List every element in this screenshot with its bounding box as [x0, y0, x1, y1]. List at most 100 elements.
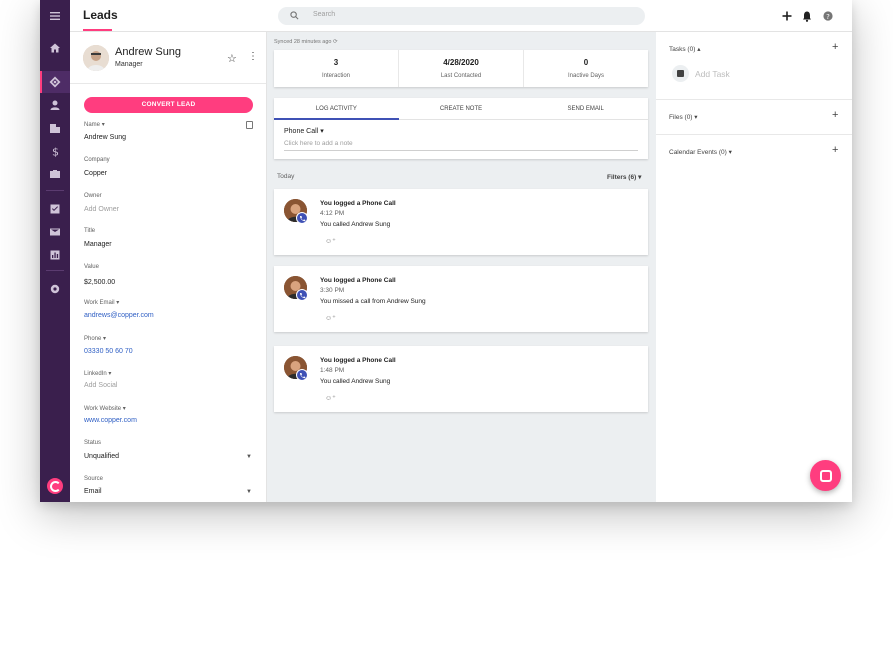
work-website-link[interactable]: www.copper.com: [84, 417, 137, 424]
leads-icon[interactable]: [40, 71, 70, 93]
work-email-link[interactable]: andrews@copper.com: [84, 312, 154, 319]
work-email-label-text: Work Email: [84, 300, 115, 306]
phone-icon: [296, 289, 308, 301]
source-select[interactable]: Email: [84, 488, 102, 495]
notification-bell-icon[interactable]: [801, 10, 813, 22]
phone-icon: [296, 212, 308, 224]
add-icon[interactable]: [781, 10, 793, 22]
status-select[interactable]: Unqualified: [84, 453, 119, 460]
activity-card[interactable]: You logged a Phone Call 4:12 PM You call…: [274, 189, 648, 255]
caret-down-icon: ▾: [103, 336, 107, 342]
name-label-text: Name: [84, 122, 101, 128]
caret-down-icon: ▾: [638, 174, 642, 181]
sync-status-text: Synced 28 minutes ago: [274, 39, 332, 45]
calendar-toggle[interactable]: Calendar Events (0) ▾: [669, 148, 732, 156]
lead-title: Manager: [115, 61, 143, 68]
title-underline: [83, 29, 112, 31]
search-input[interactable]: Search: [278, 7, 645, 25]
activity-body: You called Andrew Sung: [320, 378, 391, 385]
briefcase-icon[interactable]: [40, 163, 70, 185]
company-icon[interactable]: [40, 117, 70, 139]
stat-inactive-days: 0 Inactive Days: [524, 50, 648, 87]
work-email-label: Work Email ▾: [84, 299, 119, 306]
lead-name: Andrew Sung: [115, 46, 182, 58]
add-reaction-icon[interactable]: ☺⁺: [325, 314, 336, 322]
stat-interaction: 3 Interaction: [274, 50, 399, 87]
caret-down-icon: ▾: [116, 300, 120, 306]
settings-icon[interactable]: [40, 278, 70, 300]
tab-send-email[interactable]: SEND EMAIL: [523, 98, 648, 119]
filters-button[interactable]: Filters (6) ▾: [607, 173, 641, 181]
sync-icon[interactable]: ⟳: [333, 39, 338, 45]
linkedin-label: LinkedIn ▾: [84, 370, 111, 377]
add-event-plus-icon[interactable]: +: [832, 144, 838, 156]
add-reaction-icon[interactable]: ☺⁺: [325, 394, 336, 402]
caret-down-icon: ▾: [101, 122, 105, 128]
tab-log-activity[interactable]: LOG ACTIVITY: [274, 98, 399, 120]
activity-title: You logged a Phone Call: [320, 277, 396, 284]
add-file-plus-icon[interactable]: +: [832, 109, 838, 121]
company-value[interactable]: Copper: [84, 170, 107, 177]
owner-label: Owner: [84, 193, 102, 199]
star-icon[interactable]: ☆: [227, 52, 237, 65]
title-value[interactable]: Manager: [84, 241, 112, 248]
home-icon[interactable]: [40, 37, 70, 59]
owner-value[interactable]: Add Owner: [84, 206, 119, 213]
svg-text:?: ?: [826, 13, 830, 21]
activity-type-select[interactable]: Phone Call ▾: [284, 127, 324, 135]
add-task-plus-icon[interactable]: +: [832, 41, 838, 53]
add-reaction-icon[interactable]: ☺⁺: [325, 237, 336, 245]
add-task-input[interactable]: Add Task: [695, 69, 730, 79]
activity-type-label: Phone Call: [284, 128, 319, 135]
search-icon: [290, 11, 299, 20]
tasks-toggle[interactable]: Tasks (0) ▴: [669, 45, 700, 53]
copy-icon[interactable]: [246, 121, 253, 129]
activity-card[interactable]: You logged a Phone Call 1:48 PM You call…: [274, 346, 648, 412]
activity-card[interactable]: You logged a Phone Call 3:30 PM You miss…: [274, 266, 648, 332]
chat-fab-button[interactable]: [810, 460, 841, 491]
dollar-icon[interactable]: $: [40, 140, 70, 162]
copper-logo[interactable]: [47, 478, 63, 494]
page-title: Leads: [83, 8, 118, 22]
log-activity-card: LOG ACTIVITY CREATE NOTE SEND EMAIL Phon…: [274, 98, 648, 159]
more-options-icon[interactable]: ⋮: [248, 51, 258, 62]
lead-details-panel: Andrew Sung Manager ☆ ⋮ CONVERT LEAD Nam…: [70, 32, 267, 502]
top-bar: Leads Search ?: [70, 0, 852, 32]
caret-up-icon: ▴: [697, 46, 701, 53]
name-value[interactable]: Andrew Sung: [84, 134, 126, 141]
activity-time: 4:12 PM: [320, 210, 345, 217]
calendar-section: Calendar Events (0) ▾ +: [656, 135, 852, 170]
note-input[interactable]: Click here to add a note: [284, 140, 638, 151]
phone-label: Phone ▾: [84, 335, 106, 342]
person-icon[interactable]: [40, 94, 70, 116]
status-label: Status: [84, 440, 102, 446]
stats-card: 3 Interaction 4/28/2020 Last Contacted 0…: [274, 50, 648, 87]
nav-divider: [46, 270, 64, 271]
sync-status: Synced 28 minutes ago ⟳: [274, 39, 338, 45]
activity-title: You logged a Phone Call: [320, 200, 396, 207]
caret-down-icon: ▾: [108, 371, 112, 377]
related-panel: Tasks (0) ▴ + Add Task Files (0) ▾ + Cal…: [656, 32, 852, 502]
files-label: Files (0): [669, 114, 693, 121]
linkedin-value[interactable]: Add Social: [84, 382, 117, 389]
checkbox-icon[interactable]: [40, 198, 70, 220]
value-value[interactable]: $2,500.00: [84, 279, 115, 286]
activity-title: You logged a Phone Call: [320, 357, 396, 364]
reports-icon[interactable]: [40, 244, 70, 266]
tab-create-note[interactable]: CREATE NOTE: [399, 98, 524, 119]
help-icon[interactable]: ?: [822, 10, 834, 22]
convert-lead-button[interactable]: CONVERT LEAD: [84, 97, 253, 113]
stat-value: 3: [333, 58, 339, 67]
chevron-down-icon[interactable]: ▼: [246, 454, 252, 460]
files-toggle[interactable]: Files (0) ▾: [669, 113, 698, 121]
task-checkbox-icon: [672, 65, 689, 82]
mail-icon[interactable]: [40, 221, 70, 243]
value-label: Value: [84, 264, 99, 270]
phone-link[interactable]: 03330 50 60 70: [84, 348, 133, 355]
search-placeholder: Search: [313, 11, 336, 18]
menu-icon[interactable]: [40, 5, 70, 27]
files-section: Files (0) ▾ +: [656, 100, 852, 135]
nav-divider: [46, 190, 64, 191]
chevron-down-icon[interactable]: ▼: [246, 489, 252, 495]
app-window: $ Leads Search ? Andrew Sung Manager ☆ ⋮…: [40, 0, 852, 502]
